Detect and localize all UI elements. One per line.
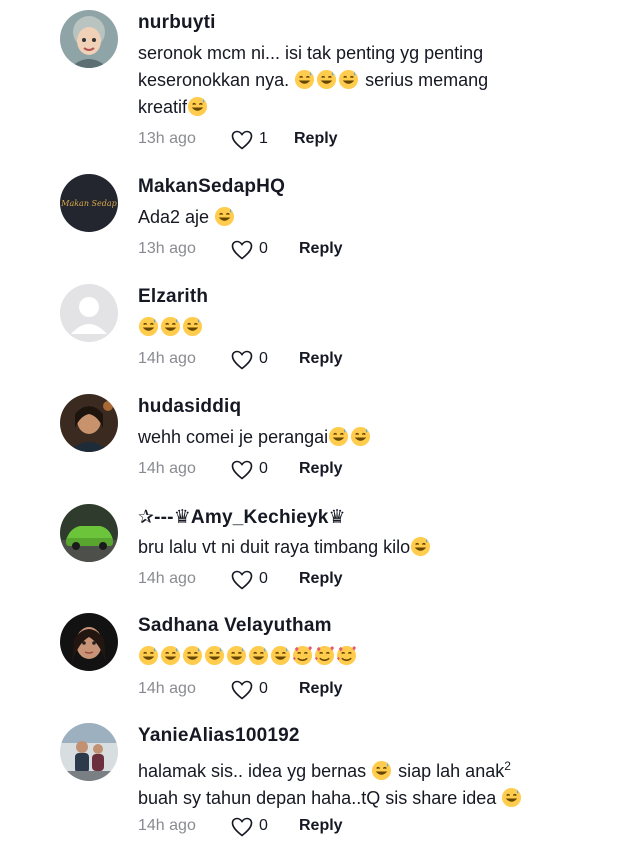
- comment-text: wehh comei je perangai: [138, 424, 558, 451]
- smiling-hearts-emoji-icon: [314, 645, 335, 666]
- comment-text: [138, 314, 558, 341]
- grin-sweat-emoji-icon: [317, 69, 337, 90]
- timestamp: 13h ago: [138, 130, 196, 147]
- grin-sweat-emoji-icon: [329, 426, 349, 447]
- smiling-hearts-emoji-icon: [292, 645, 313, 666]
- comment-text: bru lalu vt ni duit raya timbang kilo: [138, 534, 558, 561]
- timestamp: 14h ago: [138, 350, 196, 367]
- avatar-logo-text: Makan Sedap: [60, 199, 117, 208]
- timestamp: 14h ago: [138, 570, 196, 587]
- grin-sweat-emoji-icon: [372, 760, 392, 781]
- reply-button[interactable]: Reply: [299, 350, 343, 368]
- grin-sweat-emoji-icon: [215, 206, 235, 227]
- grin-sweat-emoji-icon: [502, 787, 522, 808]
- avatar[interactable]: [60, 394, 118, 452]
- like-count: 0: [259, 460, 268, 477]
- grin-sweat-emoji-icon: [411, 536, 431, 557]
- avatar[interactable]: Makan Sedap: [60, 174, 118, 232]
- heart-icon[interactable]: [230, 348, 254, 372]
- reply-button[interactable]: Reply: [299, 680, 343, 698]
- grin-sweat-emoji-icon: [182, 316, 203, 337]
- username[interactable]: ✰---♛Amy_Kechieyk♛: [138, 506, 346, 529]
- grin-sweat-emoji-icon: [182, 645, 203, 666]
- heart-icon[interactable]: [230, 568, 254, 592]
- timestamp: 14h ago: [138, 680, 196, 697]
- comment-text: halamak sis.. idea yg bernas siap lah an…: [138, 753, 558, 812]
- comment-text: Ada2 aje: [138, 204, 558, 231]
- reply-button[interactable]: Reply: [299, 240, 343, 258]
- reply-button[interactable]: Reply: [299, 570, 343, 588]
- grin-sweat-emoji-icon: [339, 69, 359, 90]
- reply-button[interactable]: Reply: [299, 460, 343, 478]
- comment-text: [138, 643, 558, 670]
- heart-icon[interactable]: [230, 458, 254, 482]
- grin-sweat-emoji-icon: [226, 645, 247, 666]
- heart-icon[interactable]: [230, 678, 254, 702]
- username[interactable]: MakanSedapHQ: [138, 176, 285, 198]
- comment-text: seronok mcm ni... isi tak penting yg pen…: [138, 43, 489, 117]
- grin-sweat-emoji-icon: [160, 316, 181, 337]
- grin-sweat-emoji-icon: [187, 96, 208, 117]
- like-count: 0: [259, 350, 268, 367]
- reply-button[interactable]: Reply: [294, 130, 338, 148]
- grin-sweat-emoji-icon: [204, 645, 225, 666]
- username[interactable]: hudasiddiq: [138, 396, 241, 418]
- avatar[interactable]: [60, 284, 118, 342]
- smiling-hearts-emoji-icon: [336, 645, 357, 666]
- reply-button[interactable]: Reply: [299, 817, 343, 835]
- timestamp: 13h ago: [138, 240, 196, 257]
- timestamp: 14h ago: [138, 460, 196, 477]
- grin-sweat-emoji-icon: [270, 645, 291, 666]
- like-count: 0: [259, 817, 268, 834]
- avatar[interactable]: [60, 613, 118, 671]
- heart-icon[interactable]: [230, 238, 254, 262]
- avatar[interactable]: [60, 10, 118, 68]
- like-count: 0: [259, 240, 268, 257]
- timestamp: 14h ago: [138, 817, 196, 834]
- like-count: 1: [259, 130, 268, 147]
- username[interactable]: Sadhana Velayutham: [138, 615, 332, 637]
- grin-sweat-emoji-icon: [351, 426, 371, 447]
- grin-sweat-emoji-icon: [138, 645, 159, 666]
- grin-sweat-emoji-icon: [138, 316, 159, 337]
- username[interactable]: Elzarith: [138, 286, 208, 308]
- avatar[interactable]: [60, 723, 118, 781]
- like-count: 0: [259, 570, 268, 587]
- grin-sweat-emoji-icon: [160, 645, 181, 666]
- username[interactable]: YanieAlias100192: [138, 725, 300, 747]
- avatar[interactable]: [60, 504, 118, 562]
- heart-icon[interactable]: [230, 815, 254, 839]
- grin-sweat-emoji-icon: [295, 69, 315, 90]
- username[interactable]: nurbuyti: [138, 12, 216, 34]
- grin-sweat-emoji-icon: [248, 645, 269, 666]
- like-count: 0: [259, 680, 268, 697]
- heart-icon[interactable]: [230, 128, 254, 152]
